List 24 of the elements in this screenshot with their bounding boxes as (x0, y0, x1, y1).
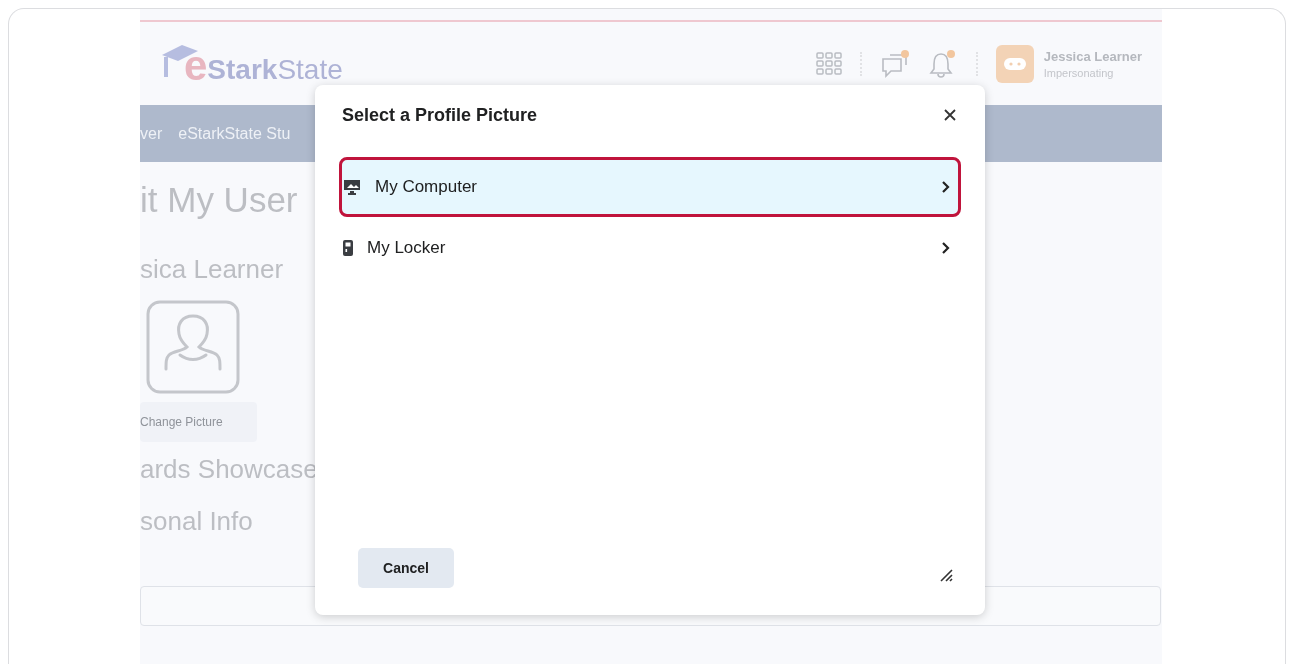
user-name[interactable]: Jessica Learner (1043, 48, 1142, 64)
grid-icon[interactable] (815, 51, 842, 76)
resize-handle-icon[interactable] (939, 568, 953, 582)
monitor-icon (343, 179, 361, 195)
chevron-icon (941, 180, 950, 194)
cancel-button[interactable]: Cancel (358, 548, 454, 588)
locker-icon (343, 240, 353, 256)
source-option[interactable]: My Computer (339, 157, 961, 217)
avatar-icon[interactable] (995, 44, 1034, 83)
change-picture-button[interactable]: Change Picture (140, 402, 257, 442)
close-icon[interactable] (943, 108, 957, 122)
nav-link[interactable]: eStarkState Stu (178, 124, 291, 143)
bell-icon[interactable] (927, 48, 958, 79)
chevron-icon (941, 241, 950, 255)
section-heading: sonal Info (140, 506, 253, 536)
chat-icon[interactable] (879, 48, 910, 79)
source-option[interactable]: My Locker (339, 223, 961, 273)
profile-placeholder-icon (146, 300, 240, 394)
section-heading: ards Showcase (140, 454, 318, 484)
nav-link[interactable]: ver (140, 124, 163, 143)
dialog-title: Select a Profile Picture (342, 104, 538, 126)
user-name-heading: sica Learner (140, 254, 284, 284)
logo[interactable]: eStarkState (158, 40, 343, 87)
page-heading: it My User (140, 180, 298, 220)
